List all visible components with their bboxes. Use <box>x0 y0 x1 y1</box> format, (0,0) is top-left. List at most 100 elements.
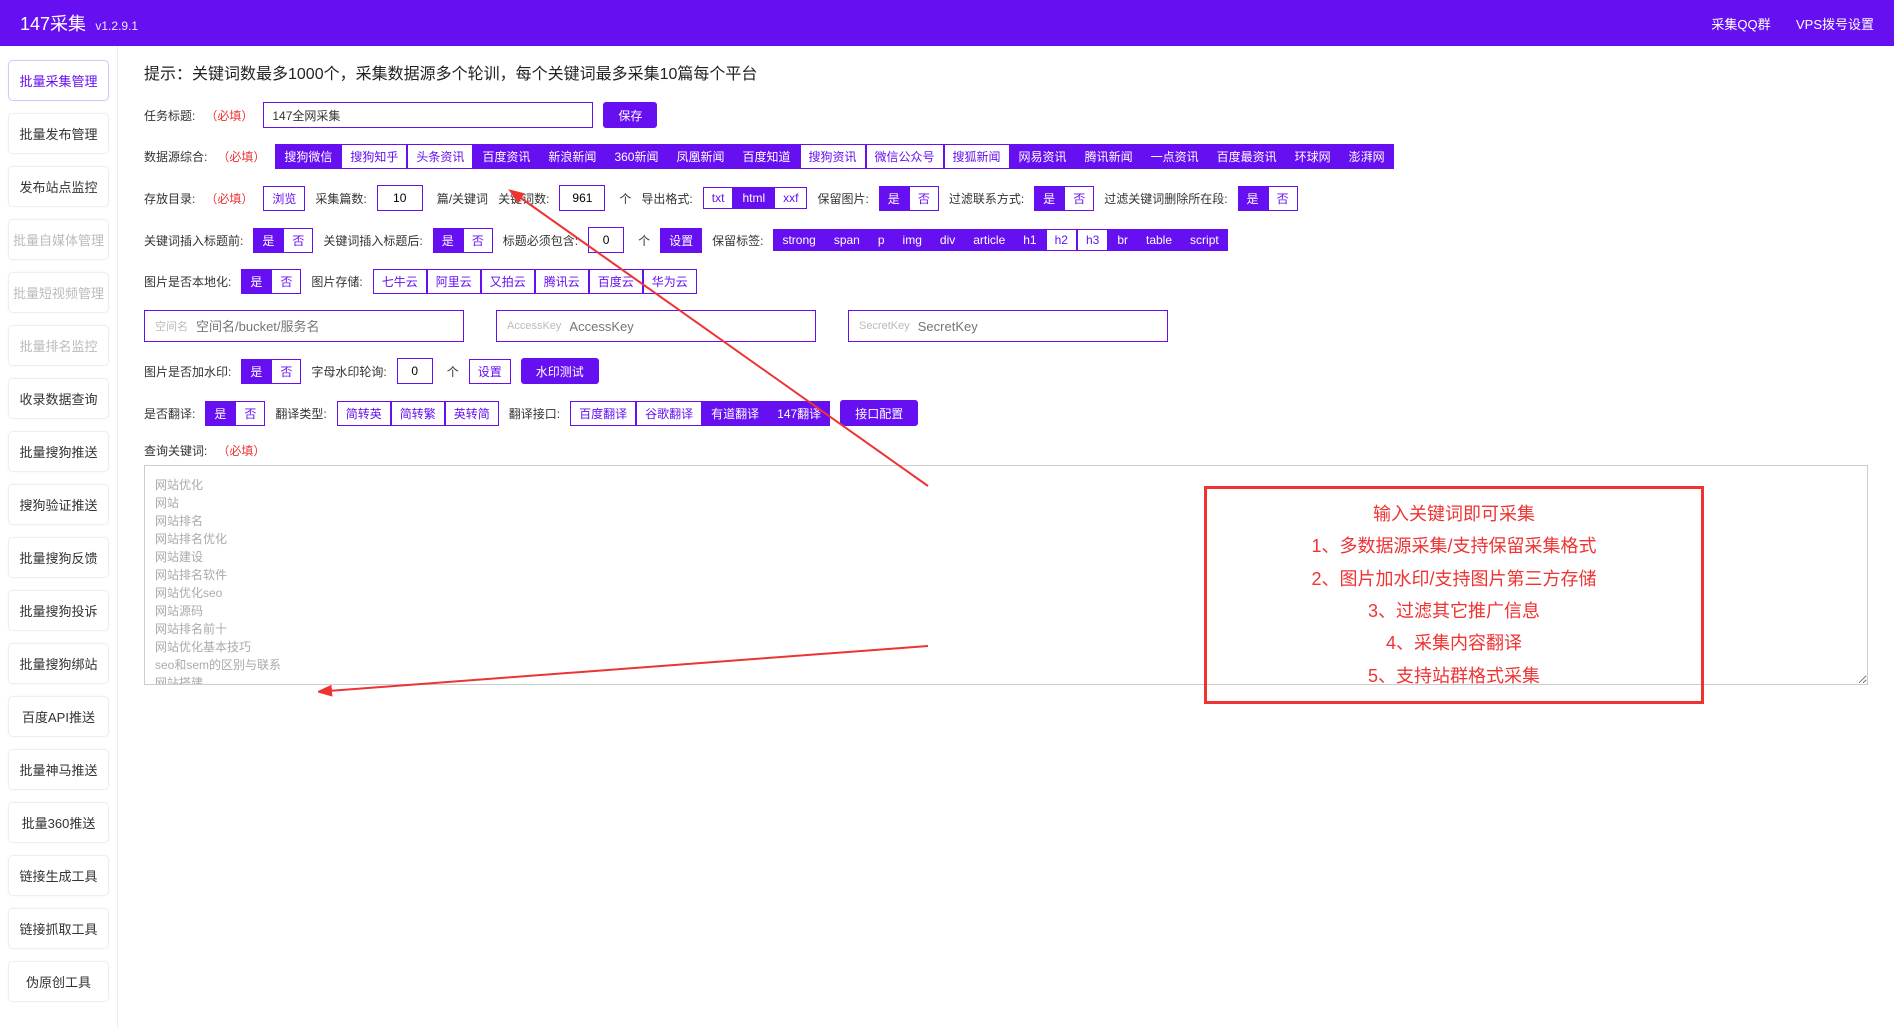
tag-chip-1[interactable]: span <box>825 229 869 251</box>
sidebar-item-13[interactable]: 批量神马推送 <box>8 749 109 790</box>
source-chip-3[interactable]: 百度资讯 <box>473 144 539 169</box>
tag-chip-2[interactable]: p <box>869 229 894 251</box>
sidebar-item-2[interactable]: 发布站点监控 <box>8 166 109 207</box>
trans-chip-0[interactable]: 是 <box>205 401 235 426</box>
tag-chip-11[interactable]: script <box>1181 229 1228 251</box>
sidebar-item-7[interactable]: 批量搜狗推送 <box>8 431 109 472</box>
source-chip-11[interactable]: 网易资讯 <box>1010 144 1076 169</box>
sidebar-item-3[interactable]: 批量自媒体管理 <box>8 219 109 260</box>
contact-chip-1[interactable]: 否 <box>1064 186 1094 211</box>
transapi-chip-2[interactable]: 有道翻译 <box>702 401 768 426</box>
imgstore-chip-1[interactable]: 阿里云 <box>427 269 481 294</box>
tag-chip-3[interactable]: img <box>894 229 931 251</box>
keywords-textarea[interactable] <box>144 465 1868 685</box>
source-chip-4[interactable]: 新浪新闻 <box>539 144 605 169</box>
source-chip-5[interactable]: 360新闻 <box>605 144 667 169</box>
sidebar-item-10[interactable]: 批量搜狗投诉 <box>8 590 109 631</box>
sidebar-item-12[interactable]: 百度API推送 <box>8 696 109 737</box>
tag-chip-6[interactable]: h1 <box>1014 229 1045 251</box>
sidebar-item-11[interactable]: 批量搜狗绑站 <box>8 643 109 684</box>
kwbefore-chip-0[interactable]: 是 <box>253 228 283 253</box>
source-chip-13[interactable]: 一点资讯 <box>1142 144 1208 169</box>
sidebar-item-15[interactable]: 链接生成工具 <box>8 855 109 896</box>
transapi-chip-0[interactable]: 百度翻译 <box>570 401 636 426</box>
fmt-chip-2[interactable]: xxf <box>774 187 807 209</box>
space-field[interactable]: 空间名 <box>144 310 464 342</box>
kwafter-chip-0[interactable]: 是 <box>433 228 463 253</box>
api-config-button[interactable]: 接口配置 <box>840 400 918 426</box>
transtype-chip-2[interactable]: 英转简 <box>445 401 499 426</box>
sidebar-item-6[interactable]: 收录数据查询 <box>8 378 109 419</box>
secretkey-field[interactable]: SecretKey <box>848 310 1168 342</box>
source-chip-2[interactable]: 头条资讯 <box>407 144 473 169</box>
link-qq-group[interactable]: 采集QQ群 <box>1711 17 1770 32</box>
browse-button[interactable]: 浏览 <box>263 186 305 211</box>
transapi-chip-3[interactable]: 147翻译 <box>768 401 830 426</box>
contact-chip-0[interactable]: 是 <box>1034 186 1064 211</box>
source-chip-15[interactable]: 环球网 <box>1286 144 1340 169</box>
sidebar-item-16[interactable]: 链接抓取工具 <box>8 908 109 949</box>
tag-chip-4[interactable]: div <box>931 229 964 251</box>
filterpara-chip-0[interactable]: 是 <box>1238 186 1268 211</box>
kwbefore-chip-1[interactable]: 否 <box>283 228 313 253</box>
transtype-chip-1[interactable]: 简转繁 <box>391 401 445 426</box>
wm-chip-0[interactable]: 是 <box>241 359 271 384</box>
tag-chip-5[interactable]: article <box>964 229 1014 251</box>
imgstore-chip-2[interactable]: 又拍云 <box>481 269 535 294</box>
tag-chip-9[interactable]: br <box>1108 229 1137 251</box>
rot-set-button[interactable]: 设置 <box>469 359 511 384</box>
kwafter-chip-1[interactable]: 否 <box>463 228 493 253</box>
imgstore-chip-5[interactable]: 华为云 <box>643 269 697 294</box>
count-input[interactable] <box>377 185 423 211</box>
rot-input[interactable] <box>397 358 433 384</box>
imgstore-chip-4[interactable]: 百度云 <box>589 269 643 294</box>
task-title-input[interactable] <box>263 102 593 128</box>
fmt-chip-0[interactable]: txt <box>703 187 734 209</box>
imglocal-chip-1[interactable]: 否 <box>271 269 301 294</box>
imgstore-chip-0[interactable]: 七牛云 <box>373 269 427 294</box>
accesskey-input[interactable] <box>569 319 805 334</box>
wm-chip-1[interactable]: 否 <box>271 359 301 384</box>
transapi-chip-1[interactable]: 谷歌翻译 <box>636 401 702 426</box>
source-chip-12[interactable]: 腾讯新闻 <box>1076 144 1142 169</box>
sidebar-item-4[interactable]: 批量短视频管理 <box>8 272 109 313</box>
filterpara-chip-1[interactable]: 否 <box>1268 186 1298 211</box>
source-chip-16[interactable]: 澎湃网 <box>1340 144 1394 169</box>
row-task: 任务标题: （必填） 保存 <box>144 102 1868 130</box>
tag-chip-8[interactable]: h3 <box>1077 229 1108 251</box>
source-chip-14[interactable]: 百度最资讯 <box>1208 144 1286 169</box>
sidebar-item-17[interactable]: 伪原创工具 <box>8 961 109 1002</box>
tag-chip-7[interactable]: h2 <box>1046 229 1077 251</box>
trans-chip-1[interactable]: 否 <box>235 401 265 426</box>
kwcount-input[interactable] <box>559 185 605 211</box>
imgstore-chip-3[interactable]: 腾讯云 <box>535 269 589 294</box>
source-chip-9[interactable]: 微信公众号 <box>866 144 944 169</box>
keepimg-chip-0[interactable]: 是 <box>879 186 909 211</box>
must-input[interactable] <box>588 227 624 253</box>
sidebar-item-8[interactable]: 搜狗验证推送 <box>8 484 109 525</box>
tag-chip-0[interactable]: strong <box>773 229 824 251</box>
source-chip-10[interactable]: 搜狐新闻 <box>944 144 1010 169</box>
source-chip-7[interactable]: 百度知道 <box>733 144 799 169</box>
space-input[interactable] <box>196 319 453 334</box>
sidebar-item-5[interactable]: 批量排名监控 <box>8 325 109 366</box>
sidebar-item-0[interactable]: 批量采集管理 <box>8 60 109 101</box>
source-chip-0[interactable]: 搜狗微信 <box>275 144 341 169</box>
sidebar-item-1[interactable]: 批量发布管理 <box>8 113 109 154</box>
must-set-button[interactable]: 设置 <box>660 228 702 253</box>
imglocal-chip-0[interactable]: 是 <box>241 269 271 294</box>
sidebar-item-9[interactable]: 批量搜狗反馈 <box>8 537 109 578</box>
fmt-chip-1[interactable]: html <box>733 187 774 209</box>
transtype-chip-0[interactable]: 简转英 <box>337 401 391 426</box>
source-chip-1[interactable]: 搜狗知乎 <box>341 144 407 169</box>
accesskey-field[interactable]: AccessKey <box>496 310 816 342</box>
link-vps-dial[interactable]: VPS拨号设置 <box>1796 17 1874 32</box>
tag-chip-10[interactable]: table <box>1137 229 1181 251</box>
sidebar-item-14[interactable]: 批量360推送 <box>8 802 109 843</box>
watermark-test-button[interactable]: 水印测试 <box>521 358 599 384</box>
keepimg-chip-1[interactable]: 否 <box>909 186 939 211</box>
source-chip-6[interactable]: 凤凰新闻 <box>667 144 733 169</box>
save-button[interactable]: 保存 <box>603 102 657 128</box>
secretkey-input[interactable] <box>918 319 1157 334</box>
source-chip-8[interactable]: 搜狗资讯 <box>800 144 866 169</box>
